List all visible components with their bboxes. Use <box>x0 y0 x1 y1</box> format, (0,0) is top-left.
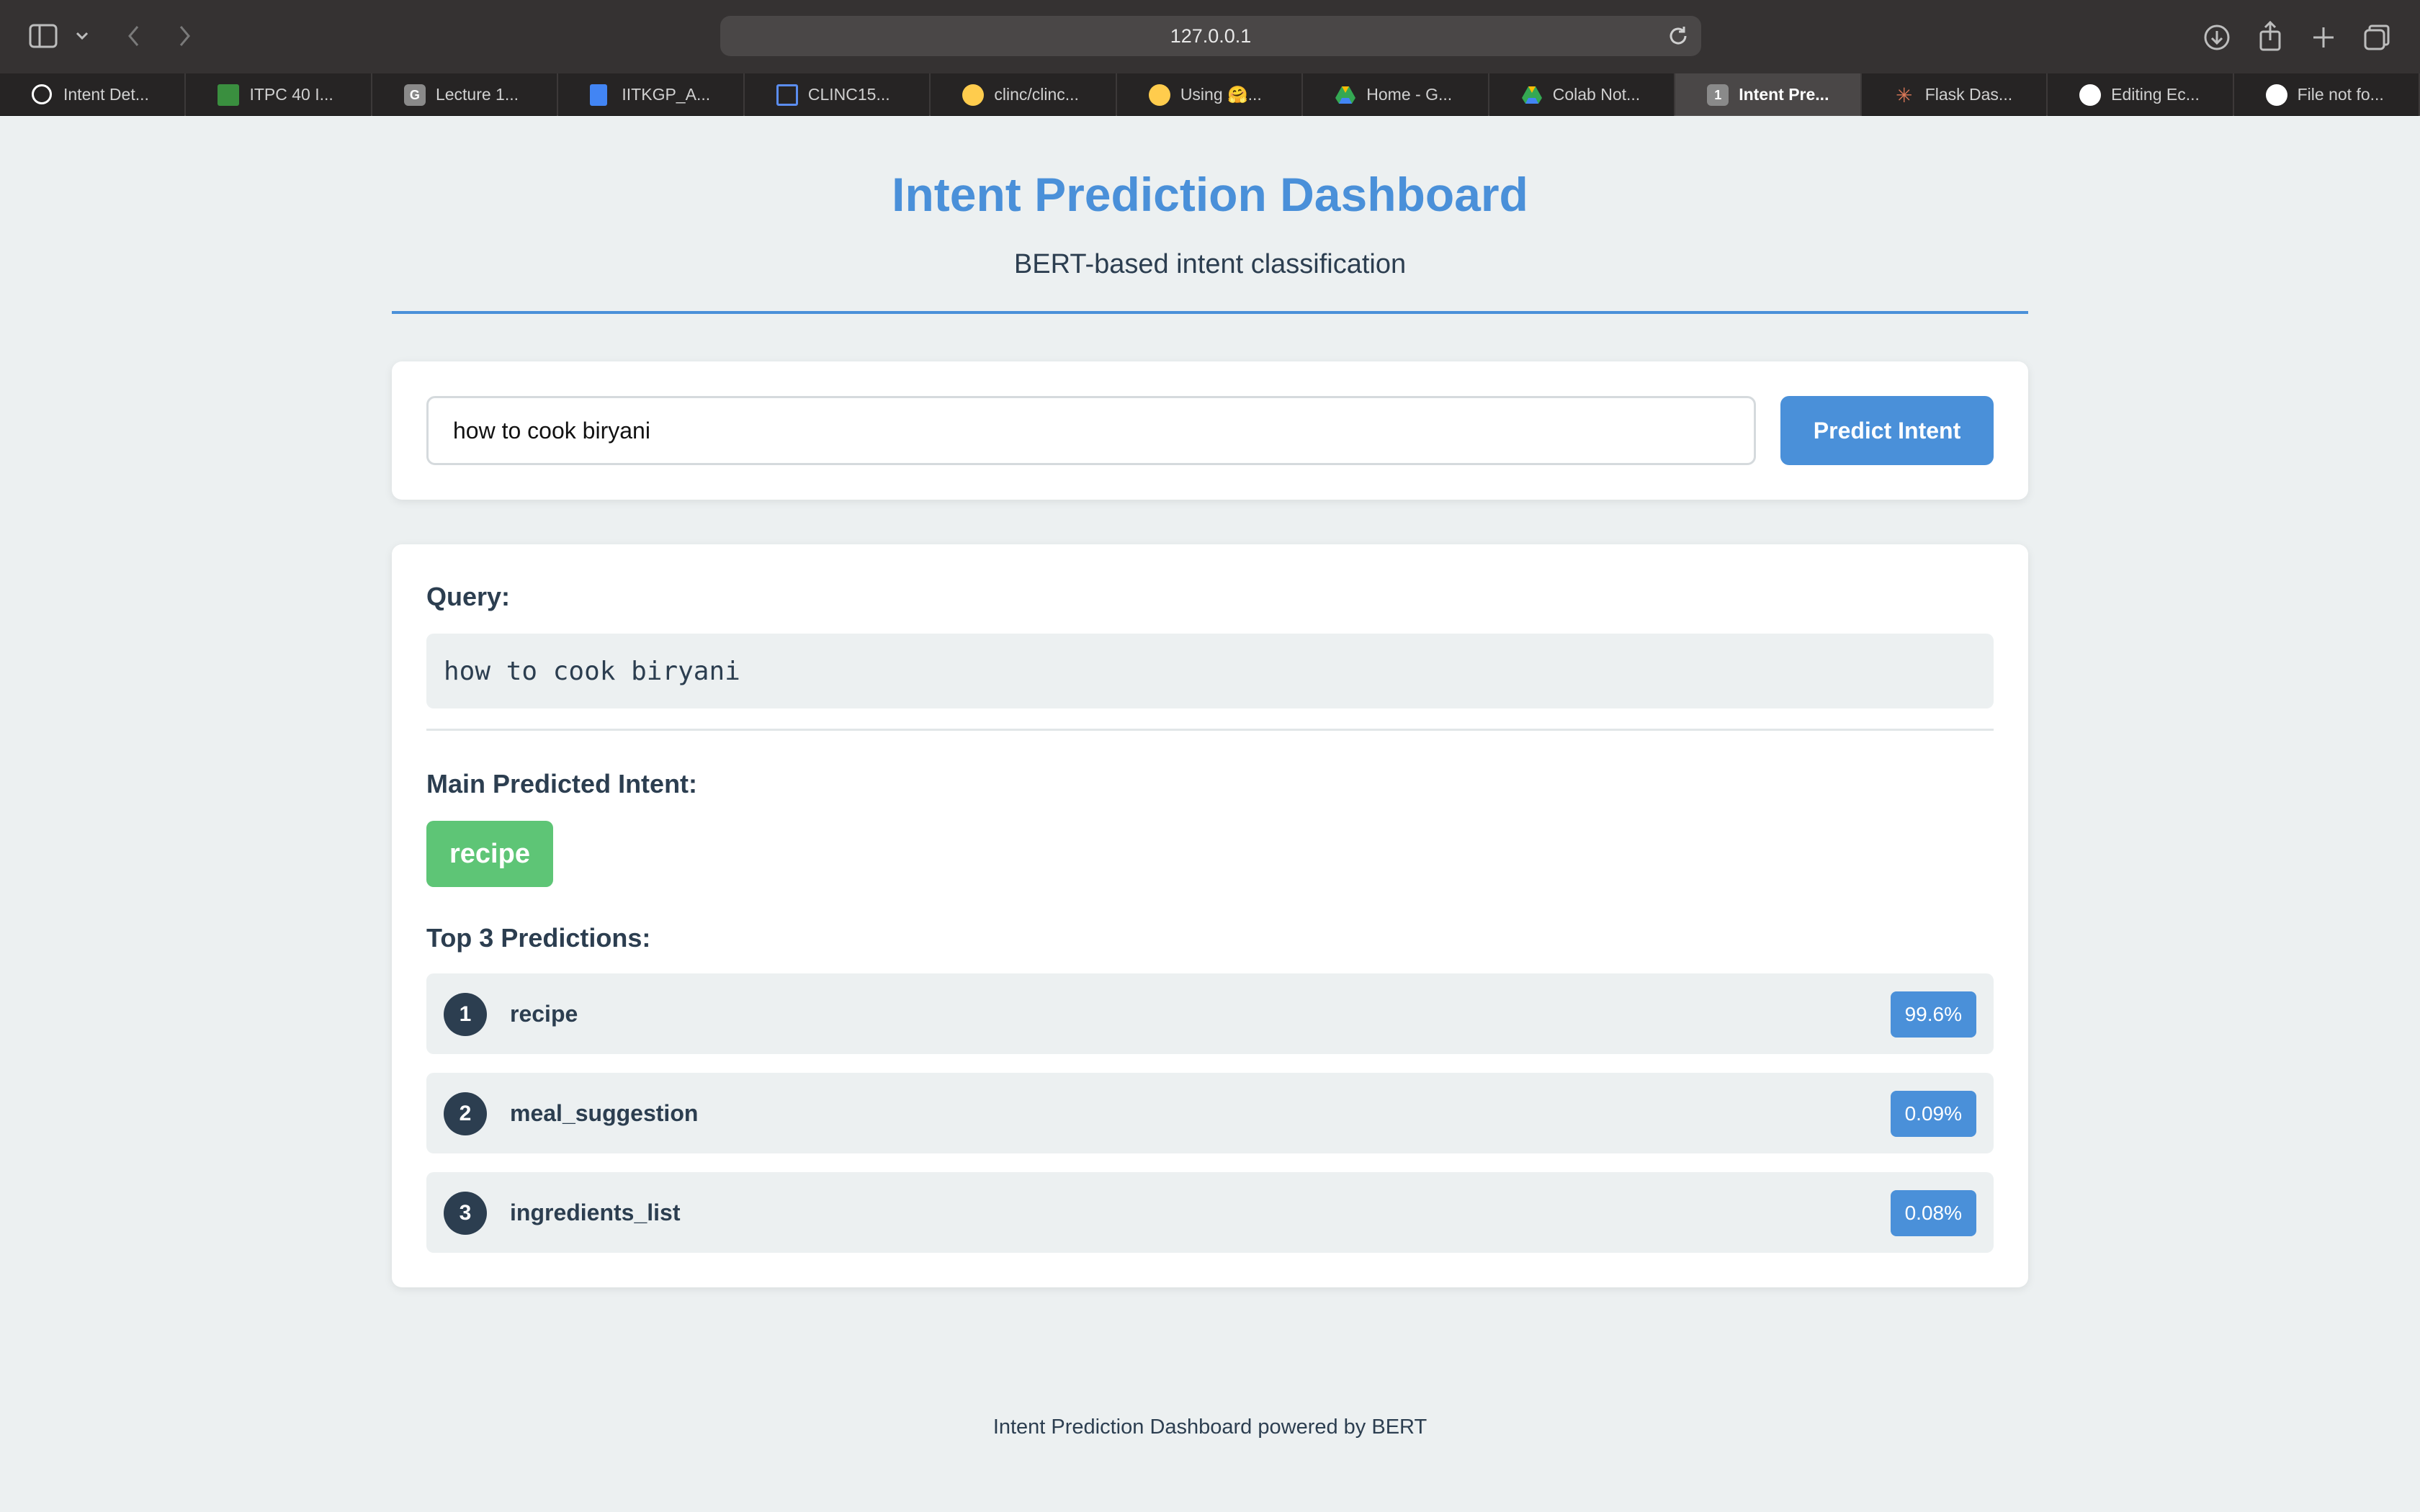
share-icon[interactable] <box>2254 19 2286 53</box>
huggingface-icon <box>962 84 985 106</box>
url-text: 127.0.0.1 <box>1170 24 1252 47</box>
browser-toolbar: 127.0.0.1 <box>0 0 2420 73</box>
confidence-badge: 0.09% <box>1890 1091 1976 1137</box>
tab-intent-prediction[interactable]: 1 Intent Pre... <box>1675 73 1862 116</box>
tab-lecture[interactable]: G Lecture 1... <box>372 73 559 116</box>
claude-icon: ✳ <box>1895 84 1913 107</box>
results-card: Query: how to cook biryani Main Predicte… <box>392 544 2028 1287</box>
tab-file-not-found[interactable]: File not fo... <box>2234 73 2420 116</box>
predict-intent-button[interactable]: Predict Intent <box>1780 396 1994 465</box>
query-input[interactable] <box>426 396 1756 465</box>
openai-icon <box>32 84 52 104</box>
prediction-row: 1 recipe 99.6% <box>426 973 1994 1054</box>
tab-itpc[interactable]: ITPC 40 I... <box>186 73 372 116</box>
query-display: how to cook biryani <box>426 634 1994 708</box>
results-divider <box>426 729 1994 731</box>
tab-overview-icon[interactable] <box>2361 22 2393 53</box>
prediction-intent: ingredients_list <box>510 1199 681 1225</box>
prediction-row: 3 ingredients_list 0.08% <box>426 1172 1994 1253</box>
top-predictions-label: Top 3 Predictions: <box>426 923 651 953</box>
tab-clinc150[interactable]: CLINC15... <box>745 73 931 116</box>
github-icon <box>2265 84 2287 106</box>
huggingface-icon <box>1148 84 1170 106</box>
main-intent-label: Main Predicted Intent: <box>426 769 698 798</box>
sidebar-toggle-icon[interactable] <box>27 22 59 50</box>
drive-icon <box>1521 84 1543 106</box>
header-divider <box>392 311 2028 314</box>
g-icon: G <box>403 84 426 106</box>
query-form-card: Predict Intent <box>392 361 2028 500</box>
page-title: Intent Prediction Dashboard <box>892 168 1528 221</box>
number-1-icon: 1 <box>1707 84 1729 106</box>
confidence-badge: 99.6% <box>1890 991 1976 1038</box>
confidence-badge: 0.08% <box>1890 1190 1976 1236</box>
tab-colab[interactable]: Colab Not... <box>1489 73 1676 116</box>
tab-strip: Intent Det... ITPC 40 I... G Lecture 1...… <box>0 73 2420 116</box>
rank-badge: 3 <box>444 1192 487 1235</box>
new-tab-icon[interactable] <box>2308 22 2339 53</box>
reload-icon[interactable] <box>1665 23 1691 49</box>
docs-icon <box>590 84 608 106</box>
tab-iitkgp[interactable]: IITKGP_A... <box>558 73 745 116</box>
prediction-intent: recipe <box>510 1000 578 1027</box>
classroom-icon <box>218 84 240 106</box>
address-bar[interactable]: 127.0.0.1 <box>720 16 1701 56</box>
query-label: Query: <box>426 582 511 611</box>
prediction-row: 2 meal_suggestion 0.09% <box>426 1073 1994 1153</box>
tab-editing[interactable]: Editing Ec... <box>2048 73 2234 116</box>
tab-flask-dashboard[interactable]: ✳ Flask Das... <box>1862 73 2048 116</box>
rank-badge: 1 <box>444 993 487 1036</box>
prediction-intent: meal_suggestion <box>510 1099 699 1126</box>
github-icon <box>2079 84 2102 106</box>
tab-using-hf[interactable]: Using 🤗... <box>1117 73 1304 116</box>
rank-badge: 2 <box>444 1092 487 1135</box>
tab-clinc-hf[interactable]: clinc/clinc... <box>931 73 1117 116</box>
page-subtitle: BERT-based intent classification <box>1013 249 1407 279</box>
back-icon[interactable] <box>120 22 148 50</box>
forward-icon[interactable] <box>170 22 199 50</box>
download-icon[interactable] <box>2201 22 2233 53</box>
footer-text: Intent Prediction Dashboard powered by B… <box>992 1416 1428 1439</box>
tab-intent-detection[interactable]: Intent Det... <box>0 73 187 116</box>
chevron-down-icon[interactable] <box>72 26 92 46</box>
main-intent-badge: recipe <box>426 821 553 887</box>
tab-drive-home[interactable]: Home - G... <box>1303 73 1489 116</box>
drive-icon <box>1335 84 1356 106</box>
dataset-icon <box>776 84 798 106</box>
